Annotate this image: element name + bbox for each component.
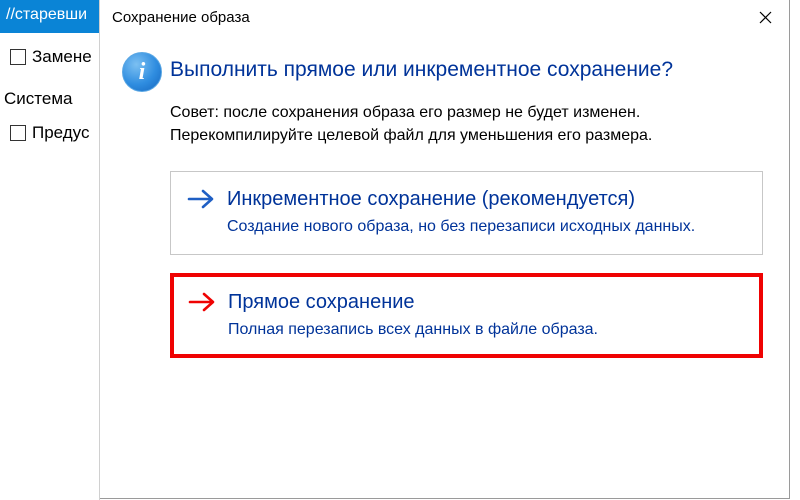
main-column: Выполнить прямое или инкрементное сохран… <box>170 52 771 376</box>
close-icon <box>759 11 772 24</box>
checkbox-label: Замене <box>32 47 92 67</box>
checkbox-icon <box>10 125 26 141</box>
section-heading: Система <box>4 89 99 109</box>
checkbox-label: Предус <box>32 123 89 143</box>
dialog-tip: Совет: после сохранения образа его разме… <box>170 102 721 147</box>
arrow-right-icon <box>187 186 227 238</box>
checkbox-row-2[interactable]: Предус <box>10 123 99 143</box>
dialog-titlebar: Сохранение образа <box>100 0 789 34</box>
option-texts: Прямое сохранение Полная перезапись всех… <box>228 289 747 341</box>
info-icon: i <box>122 52 162 92</box>
option-description: Создание нового образа, но без перезапис… <box>227 216 748 238</box>
dialog-content: i Выполнить прямое или инкрементное сохр… <box>100 34 789 376</box>
close-button[interactable] <box>741 0 789 34</box>
icon-column: i <box>114 52 170 376</box>
save-image-dialog: Сохранение образа i Выполнить прямое или… <box>100 0 790 499</box>
background-panel: //старевши Замене Система Предус <box>0 0 100 500</box>
arrow-right-icon <box>188 289 228 341</box>
dialog-question: Выполнить прямое или инкрементное сохран… <box>170 56 731 84</box>
option-title: Инкрементное сохранение (рекомендуется) <box>227 186 748 212</box>
tab-label: /старевши <box>10 6 87 23</box>
checkbox-row-1[interactable]: Замене <box>10 47 99 67</box>
checkbox-icon <box>10 49 26 65</box>
option-direct-save[interactable]: Прямое сохранение Полная перезапись всех… <box>170 273 763 359</box>
option-incremental-save[interactable]: Инкрементное сохранение (рекомендуется) … <box>170 171 763 255</box>
option-texts: Инкрементное сохранение (рекомендуется) … <box>227 186 748 238</box>
option-title: Прямое сохранение <box>228 289 747 315</box>
dialog-title: Сохранение образа <box>112 9 741 26</box>
background-active-tab[interactable]: //старевши <box>0 0 99 33</box>
option-description: Полная перезапись всех данных в файле об… <box>228 319 747 341</box>
